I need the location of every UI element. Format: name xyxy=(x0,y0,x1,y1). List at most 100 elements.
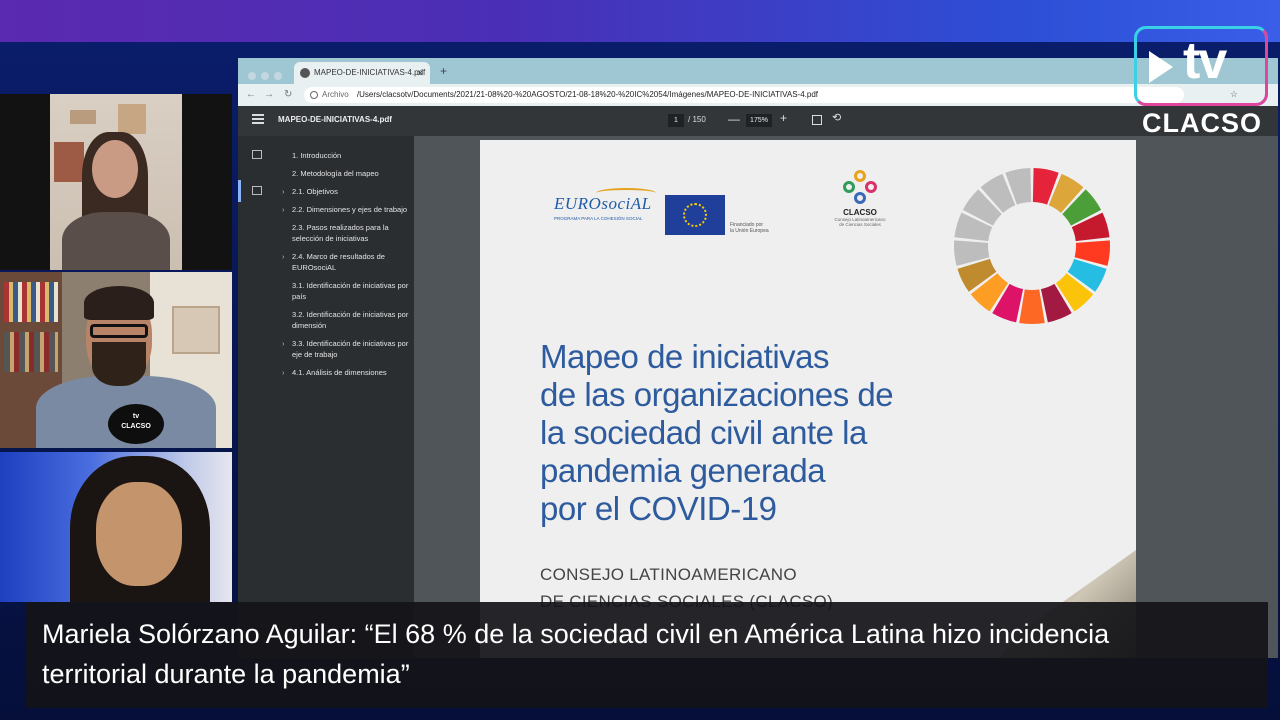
video-tile-participant-2: tv CLACSO xyxy=(0,272,232,448)
eu-flag xyxy=(665,195,725,235)
caption-text: Mariela Solórzano Aguilar: “El 68 % de l… xyxy=(42,614,1252,694)
clacso-doc-name: CLACSO xyxy=(843,208,877,217)
outline-item[interactable]: 2. Metodología del mapeo xyxy=(282,168,412,179)
fit-page-icon[interactable] xyxy=(812,115,822,125)
chevron-right-icon[interactable]: › xyxy=(282,204,285,215)
menu-icon[interactable] xyxy=(252,114,264,124)
pdf-toolbar: MAPEO-DE-INICIATIVAS-4.pdf 1 / 150 — 175… xyxy=(238,106,1278,136)
person-beard xyxy=(92,342,146,386)
page-number-input[interactable]: 1 xyxy=(668,114,684,127)
eu-stars xyxy=(683,203,707,227)
person-body xyxy=(62,212,170,270)
close-tab-icon[interactable]: ✕ xyxy=(416,62,424,84)
outline-item[interactable]: 3.2. Identificación de iniciativas por d… xyxy=(282,309,412,331)
logo-ring xyxy=(865,181,877,193)
books xyxy=(4,282,58,322)
eurosocial-subtitle: PROGRAMA PARA LA COHESIÓN SOCIAL xyxy=(554,216,643,221)
sdg-segment xyxy=(1019,289,1045,324)
pdf-title: MAPEO-DE-INICIATIVAS-4.pdf xyxy=(278,115,392,124)
video-tile-participant-3 xyxy=(0,452,232,602)
outline-item[interactable]: › 2.2. Dimensiones y ejes de trabajo xyxy=(282,204,412,215)
top-gradient-band xyxy=(0,0,1280,42)
window-controls xyxy=(248,67,287,85)
outline-item[interactable]: 1. Introducción xyxy=(282,150,412,161)
pdf-sidebar: 1. Introducción 2. Metodología del mapeo ›… xyxy=(238,136,414,658)
minimize-window-button[interactable] xyxy=(261,72,269,80)
caption-line: Mariela Solórzano Aguilar: “El 68 % de l… xyxy=(42,619,1110,649)
outline-item-label: 3.1. Identificación de iniciativas por p… xyxy=(292,281,409,301)
logo-ring xyxy=(854,170,866,182)
outline-item-label: 2.2. Dimensiones y ejes de trabajo xyxy=(292,205,408,214)
thumbnails-icon[interactable] xyxy=(252,150,262,159)
back-arrow-icon[interactable]: ← xyxy=(246,89,256,100)
logo-ring xyxy=(843,181,855,193)
clacso-doc-logo: CLACSO Consejo Latinoamericano de Cienci… xyxy=(830,170,890,227)
swoosh-graphic xyxy=(596,188,656,198)
outline-item[interactable]: 2.3. Pasos realizados para la selección … xyxy=(282,222,412,244)
document-title: Mapeo de iniciativas de las organizacion… xyxy=(540,338,960,528)
clacso-doc-sub: de Ciencias Sociales xyxy=(839,222,881,227)
reload-icon[interactable]: ↻ xyxy=(284,89,292,100)
chevron-right-icon[interactable]: › xyxy=(282,251,285,262)
outline-item[interactable]: › 4.1. Análisis de dimensiones xyxy=(282,367,412,378)
outline-item[interactable]: 3.1. Identificación de iniciativas por p… xyxy=(282,280,412,302)
lower-third-caption: Mariela Solórzano Aguilar: “El 68 % de l… xyxy=(26,602,1268,708)
outline-item[interactable]: › 2.1. Objetivos xyxy=(282,186,412,197)
outline-item[interactable]: › 2.4. Marco de resultados de EUROsociAL xyxy=(282,251,412,273)
rotate-icon[interactable]: ⟲ xyxy=(832,111,841,124)
wall-frame xyxy=(70,110,96,124)
outline-item-label: 3.3. Identificación de iniciativas por e… xyxy=(292,339,409,359)
caption-line: territorial durante la pandemia” xyxy=(42,659,410,689)
sidebar-tabs xyxy=(238,136,278,658)
url-field[interactable]: Archivo /Users/clacsotv/Documents/2021/2… xyxy=(304,87,1184,103)
page-total: / 150 xyxy=(688,115,706,124)
tab-strip: MAPEO-DE-INICIATIVAS-4.pdf ✕ + xyxy=(238,58,1278,84)
play-icon xyxy=(1149,51,1173,83)
globe-icon xyxy=(300,68,310,78)
person-face xyxy=(92,140,138,198)
person-hair xyxy=(84,286,154,320)
pdf-page: EUROsociAL PROGRAMA PARA LA COHESIÓN SOC… xyxy=(480,140,1136,658)
zoom-level-input[interactable]: 175% xyxy=(746,114,772,127)
wall-picture xyxy=(172,306,220,354)
outline-item[interactable]: › 3.3. Identificación de iniciativas por … xyxy=(282,338,412,360)
url-scheme-label: Archivo xyxy=(322,90,349,99)
pdf-viewer[interactable]: EUROsociAL PROGRAMA PARA LA COHESIÓN SOC… xyxy=(414,136,1278,658)
title-line: de las organizaciones de xyxy=(540,376,894,413)
logo-ring xyxy=(854,192,866,204)
chevron-right-icon[interactable]: › xyxy=(282,338,285,349)
info-icon xyxy=(310,91,318,99)
forward-arrow-icon[interactable]: → xyxy=(264,89,274,100)
clacso-tv-microphone: tv CLACSO xyxy=(108,404,164,444)
outline-item-label: 3.2. Identificación de iniciativas por d… xyxy=(292,310,409,330)
new-tab-button[interactable]: + xyxy=(440,64,447,78)
outline-item-label: 2.4. Marco de resultados de EUROsociAL xyxy=(292,252,385,272)
chevron-right-icon[interactable]: › xyxy=(282,367,285,378)
eu-text-line: la Unión Europea xyxy=(730,228,769,234)
publisher-line: CONSEJO LATINOAMERICANO xyxy=(540,565,797,584)
tv-logo-text: tv xyxy=(1183,32,1227,90)
address-bar: ← → ↻ Archivo /Users/clacsotv/Documents/… xyxy=(238,84,1278,106)
mic-brand-label: CLACSO xyxy=(121,423,151,430)
outline-item-label: 1. Introducción xyxy=(292,151,342,160)
browser-window: MAPEO-DE-INICIATIVAS-4.pdf ✕ + ← → ↻ Arc… xyxy=(238,58,1278,658)
eu-funding-text: Financiado por la Unión Europea xyxy=(730,222,769,234)
zoom-out-button[interactable]: — xyxy=(728,112,740,126)
clacso-brand: CLACSO xyxy=(1142,108,1262,138)
title-line: la sociedad civil ante la xyxy=(540,414,867,451)
clacso-mark-icon xyxy=(843,170,877,204)
chevron-right-icon[interactable]: › xyxy=(282,186,285,197)
document-outline: 1. Introducción 2. Metodología del mapeo ›… xyxy=(282,150,412,385)
tab-pdf[interactable]: MAPEO-DE-INICIATIVAS-4.pdf ✕ xyxy=(294,62,430,84)
sdg-wheel xyxy=(954,168,1110,324)
eurosocial-logo: EUROsociAL PROGRAMA PARA LA COHESIÓN SOC… xyxy=(554,188,664,221)
title-line: por el COVID-19 xyxy=(540,490,777,527)
title-line: pandemia generada xyxy=(540,452,826,489)
clacso-tv-logo: tv xyxy=(1134,26,1268,106)
outline-icon[interactable] xyxy=(252,186,262,195)
close-window-button[interactable] xyxy=(248,72,256,80)
outline-item-label: 2.1. Objetivos xyxy=(292,187,338,196)
wall-frame xyxy=(54,142,84,182)
zoom-in-button[interactable]: + xyxy=(780,111,787,125)
maximize-window-button[interactable] xyxy=(274,72,282,80)
